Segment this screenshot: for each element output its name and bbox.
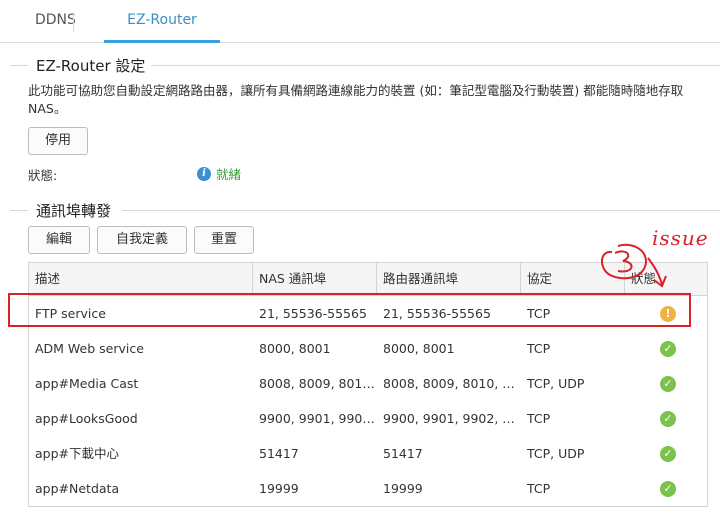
table-row[interactable]: app#Netdata 19999 19999 TCP ✓ [29,471,707,506]
ez-router-title: EZ-Router 設定 [30,55,152,76]
column-header-nas-port[interactable]: NAS 通訊埠 [253,263,377,295]
tab-bar: DDNS EZ-Router [0,0,720,43]
table-row[interactable]: app#下載中心 51417 51417 TCP, UDP ✓ [29,436,707,471]
row-router-port: 8008, 8009, 8010, 801... [383,376,521,391]
status-ok-icon: ✓ [660,411,676,427]
row-protocol: TCP, UDP [527,376,585,391]
table-row[interactable]: app#LooksGood 9900, 9901, 9902, ... 9900, … [29,401,707,436]
status-label: 狀態: [28,168,58,183]
section-divider [10,65,28,66]
table-row[interactable]: ADM Web service 8000, 8001 8000, 8001 TCP ✓ [29,331,707,366]
row-router-port: 9900, 9901, 9902, 990... [383,411,521,426]
custom-button[interactable]: 自我定義 [97,226,187,254]
row-description: app#Media Cast [35,376,139,391]
table-row[interactable]: app#Media Cast 8008, 8009, 8010, ... 8008,… [29,366,707,401]
status-value: i 就緒 [197,164,241,183]
port-forwarding-title: 通訊埠轉發 [30,200,118,221]
row-description: app#下載中心 [35,446,120,461]
tab-ddns[interactable]: DDNS [35,0,76,42]
row-protocol: TCP, UDP [527,446,585,461]
row-nas-port: 51417 [259,446,299,461]
row-protocol: TCP [527,341,551,356]
row-description: app#Netdata [35,481,120,496]
row-router-port: 8000, 8001 [383,341,455,356]
row-nas-port: 9900, 9901, 9902, ... [259,411,377,426]
disable-button[interactable]: 停用 [28,127,88,155]
row-nas-port: 19999 [259,481,299,496]
section-divider [122,210,720,211]
column-header-router-port[interactable]: 路由器通訊埠 [377,263,521,295]
row-router-port: 19999 [383,481,423,496]
status-ok-icon: ✓ [660,446,676,462]
table-body: FTP service 21, 55536-55565 21, 55536-5556… [29,296,707,506]
status-ok-icon: ✓ [660,341,676,357]
row-protocol: TCP [527,481,551,496]
row-description: ADM Web service [35,341,144,356]
status-text: 就緒 [216,167,242,182]
reset-button[interactable]: 重置 [194,226,254,254]
issue-annotation-text: issue [652,226,709,250]
info-icon: i [197,166,211,181]
issue-highlight-box [8,293,691,327]
edit-button[interactable]: 編輯 [28,226,90,254]
row-nas-port: 8008, 8009, 8010, ... [259,376,377,391]
ez-router-description: 此功能可協助您自動設定網路路由器，讓所有具備網路連線能力的裝置 (如：筆記型電腦… [28,83,684,116]
section-divider [148,65,720,66]
row-protocol: TCP [527,411,551,426]
row-nas-port: 8000, 8001 [259,341,331,356]
tab-divider [73,12,74,32]
status-ok-icon: ✓ [660,376,676,392]
status-ok-icon: ✓ [660,481,676,497]
row-router-port: 51417 [383,446,423,461]
tab-ez-router[interactable]: EZ-Router [104,0,220,43]
row-description: app#LooksGood [35,411,138,426]
section-divider [10,210,28,211]
column-header-description[interactable]: 描述 [29,263,253,295]
